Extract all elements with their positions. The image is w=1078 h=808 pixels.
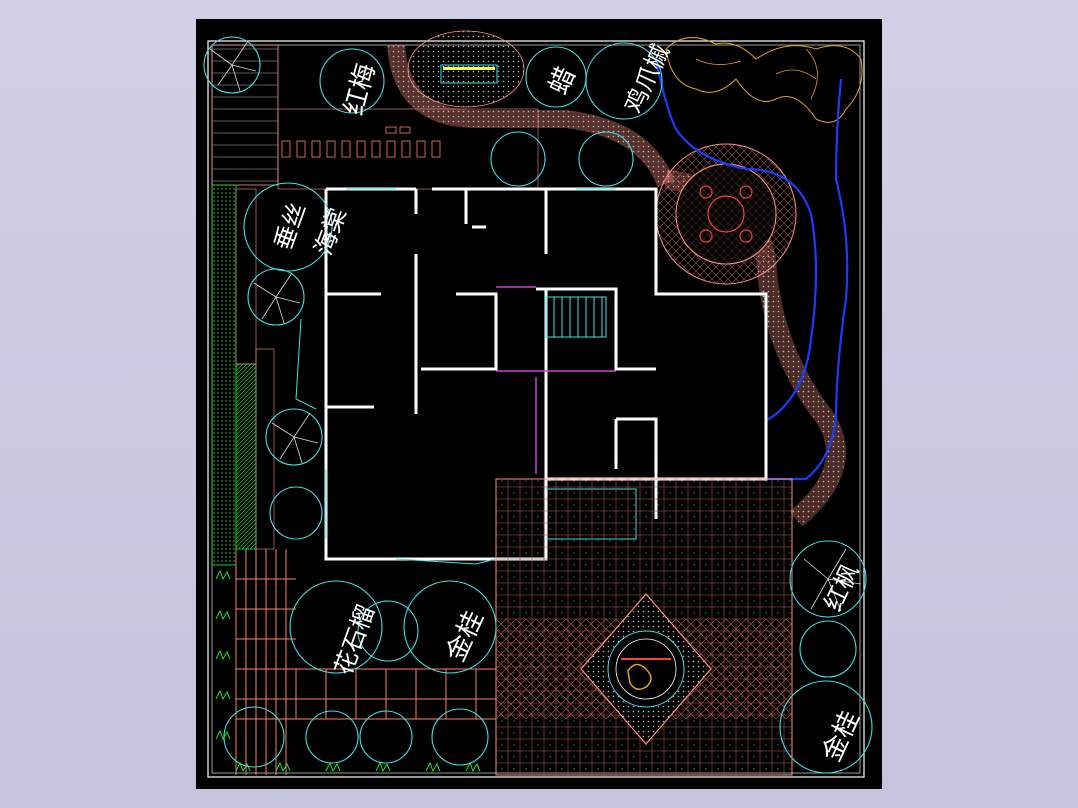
label-la: 蜡 bbox=[544, 63, 582, 99]
tree-sw-4 bbox=[431, 708, 489, 766]
tree-north-1 bbox=[490, 131, 546, 187]
stair bbox=[545, 296, 607, 338]
stepping-pads bbox=[281, 126, 441, 158]
label-hongmei: 红梅 bbox=[339, 60, 381, 118]
stream-east-bank bbox=[766, 78, 849, 481]
label-chuisi: 垂丝 bbox=[269, 199, 312, 254]
landscape-plan: 红梅 蜡 鸡爪槭 垂丝 海棠 花石榴 金桂 红枫 金桂 bbox=[203, 30, 873, 778]
viewport-background: 红梅 蜡 鸡爪槭 垂丝 海棠 花石榴 金桂 红枫 金桂 bbox=[0, 0, 1078, 808]
label-jingui-1: 金桂 bbox=[441, 607, 490, 667]
label-huashiliu: 花石榴 bbox=[329, 602, 380, 679]
entry-bench-top bbox=[443, 67, 495, 70]
tree-east-small bbox=[799, 620, 857, 678]
tree-north-2 bbox=[578, 131, 634, 187]
label-hongfeng: 红枫 bbox=[819, 560, 865, 615]
tree-west-3 bbox=[269, 486, 323, 540]
tree-sw-1 bbox=[223, 706, 285, 768]
hedge-left-outer bbox=[211, 184, 237, 566]
accent-lines bbox=[496, 286, 616, 474]
deck-top-left bbox=[211, 44, 279, 186]
drawing-canvas[interactable]: 红梅 蜡 鸡爪槭 垂丝 海棠 花石榴 金桂 红枫 金桂 bbox=[196, 19, 882, 789]
label-jingui-2: 金桂 bbox=[817, 707, 866, 767]
hedge-left-inner bbox=[235, 363, 257, 550]
rockery bbox=[665, 37, 863, 123]
label-haitang: 海棠 bbox=[309, 204, 352, 259]
